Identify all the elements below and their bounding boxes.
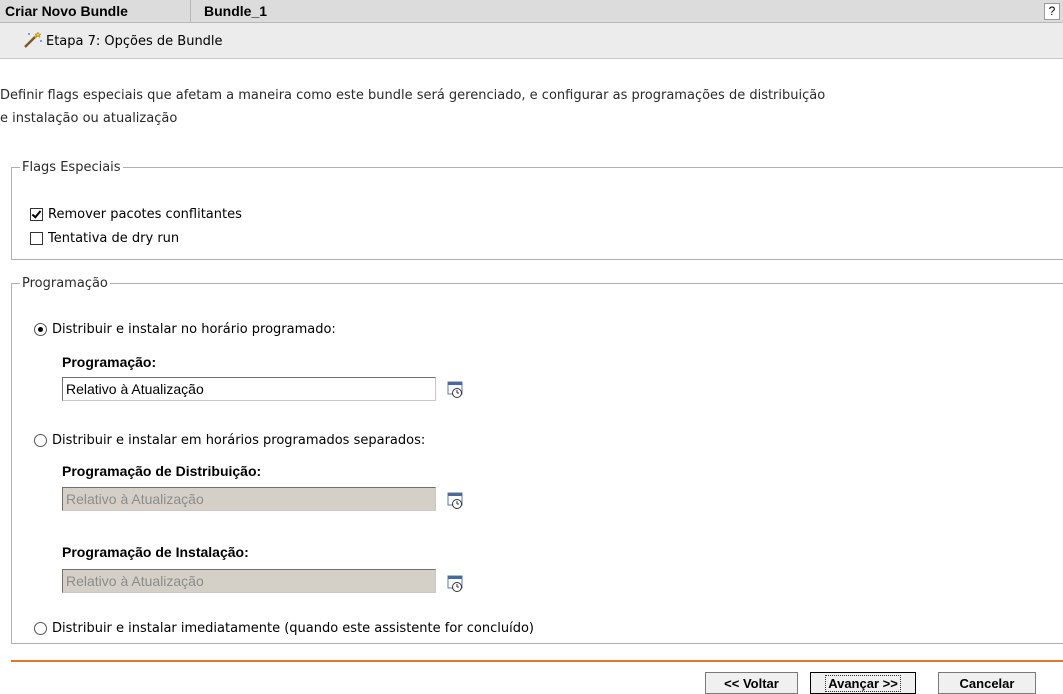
description-line-2: e instalação ou atualização bbox=[0, 111, 178, 126]
schedule-field-label: Programação: bbox=[62, 354, 157, 370]
calendar-clock-icon[interactable] bbox=[446, 490, 466, 510]
separate-radio[interactable] bbox=[34, 434, 47, 447]
page-title: Criar Novo Bundle bbox=[5, 3, 128, 19]
option-immediate[interactable]: Distribuir e instalar imediatamente (qua… bbox=[34, 621, 534, 636]
title-tab: Criar Novo Bundle bbox=[0, 0, 191, 22]
special-flags-group: Flags Especiais Remover pacotes conflita… bbox=[11, 160, 1063, 260]
dry-run-checkbox[interactable] bbox=[30, 232, 43, 245]
cancel-button[interactable]: Cancelar bbox=[938, 672, 1036, 694]
calendar-clock-icon[interactable] bbox=[446, 573, 466, 593]
step-title: Etapa 7: Opções de Bundle bbox=[46, 34, 223, 49]
distribution-field[interactable] bbox=[62, 487, 436, 511]
flag-dry-run[interactable]: Tentativa de dry run bbox=[30, 231, 179, 246]
immediate-label: Distribuir e instalar imediatamente (qua… bbox=[52, 621, 534, 636]
back-button[interactable]: << Voltar bbox=[705, 672, 798, 694]
next-button-label: Avançar >> bbox=[825, 674, 901, 692]
description-line-1: Definir flags especiais que afetam a man… bbox=[0, 88, 826, 103]
distribution-field-label: Programação de Distribuição: bbox=[62, 463, 262, 479]
scheduled-label: Distribuir e instalar no horário program… bbox=[52, 322, 336, 337]
next-button[interactable]: Avançar >> bbox=[810, 672, 916, 694]
bundle-name: Bundle_1 bbox=[204, 3, 268, 19]
option-separate[interactable]: Distribuir e instalar em horários progra… bbox=[34, 433, 425, 448]
title-bar: Criar Novo Bundle Bundle_1 ? bbox=[0, 0, 1063, 23]
dry-run-label: Tentativa de dry run bbox=[48, 231, 180, 246]
remove-conflicting-label: Remover pacotes conflitantes bbox=[48, 207, 242, 222]
option-scheduled[interactable]: Distribuir e instalar no horário program… bbox=[34, 322, 336, 337]
install-field-label: Programação de Instalação: bbox=[62, 544, 249, 560]
step-header: Etapa 7: Opções de Bundle bbox=[0, 23, 1063, 59]
flag-remove-conflicting[interactable]: Remover pacotes conflitantes bbox=[30, 207, 242, 222]
install-field[interactable] bbox=[62, 569, 436, 593]
calendar-clock-icon[interactable] bbox=[446, 379, 466, 399]
cancel-button-label: Cancelar bbox=[959, 675, 1015, 691]
schedule-group: Programação Distribuir e instalar no hor… bbox=[11, 276, 1063, 644]
footer-divider bbox=[11, 660, 1063, 662]
special-flags-legend: Flags Especiais bbox=[22, 160, 121, 175]
page-description: Definir flags especiais que afetam a man… bbox=[0, 84, 1063, 130]
back-button-label: << Voltar bbox=[724, 675, 779, 691]
scheduled-radio[interactable] bbox=[34, 323, 47, 336]
separate-label: Distribuir e instalar em horários progra… bbox=[52, 433, 426, 448]
schedule-legend: Programação bbox=[22, 276, 108, 291]
help-button[interactable]: ? bbox=[1044, 3, 1060, 20]
remove-conflicting-checkbox[interactable] bbox=[30, 208, 43, 221]
schedule-field[interactable] bbox=[62, 377, 436, 401]
wand-icon bbox=[24, 31, 42, 48]
immediate-radio[interactable] bbox=[34, 622, 47, 635]
